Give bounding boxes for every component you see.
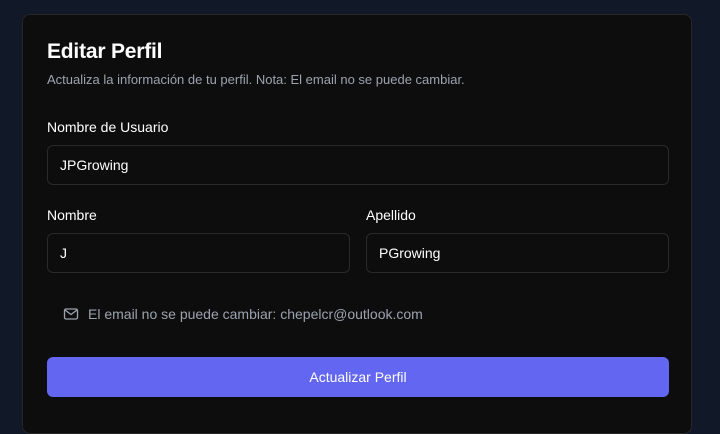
- last-name-input[interactable]: [366, 233, 669, 273]
- first-name-label: Nombre: [47, 207, 97, 223]
- last-name-label: Apellido: [366, 207, 416, 223]
- page-title: Editar Perfil: [47, 40, 163, 63]
- username-input[interactable]: [47, 145, 669, 185]
- edit-profile-card: Editar Perfil Actualiza la información d…: [22, 14, 692, 434]
- first-name-input[interactable]: [47, 233, 350, 273]
- email-note-text: El email no se puede cambiar: chepelcr@o…: [88, 306, 423, 322]
- mail-icon: [63, 306, 79, 322]
- username-label: Nombre de Usuario: [47, 119, 169, 135]
- update-profile-button[interactable]: Actualizar Perfil: [47, 357, 669, 397]
- email-note: El email no se puede cambiar: chepelcr@o…: [63, 305, 423, 323]
- page-subtitle: Actualiza la información de tu perfil. N…: [47, 72, 465, 87]
